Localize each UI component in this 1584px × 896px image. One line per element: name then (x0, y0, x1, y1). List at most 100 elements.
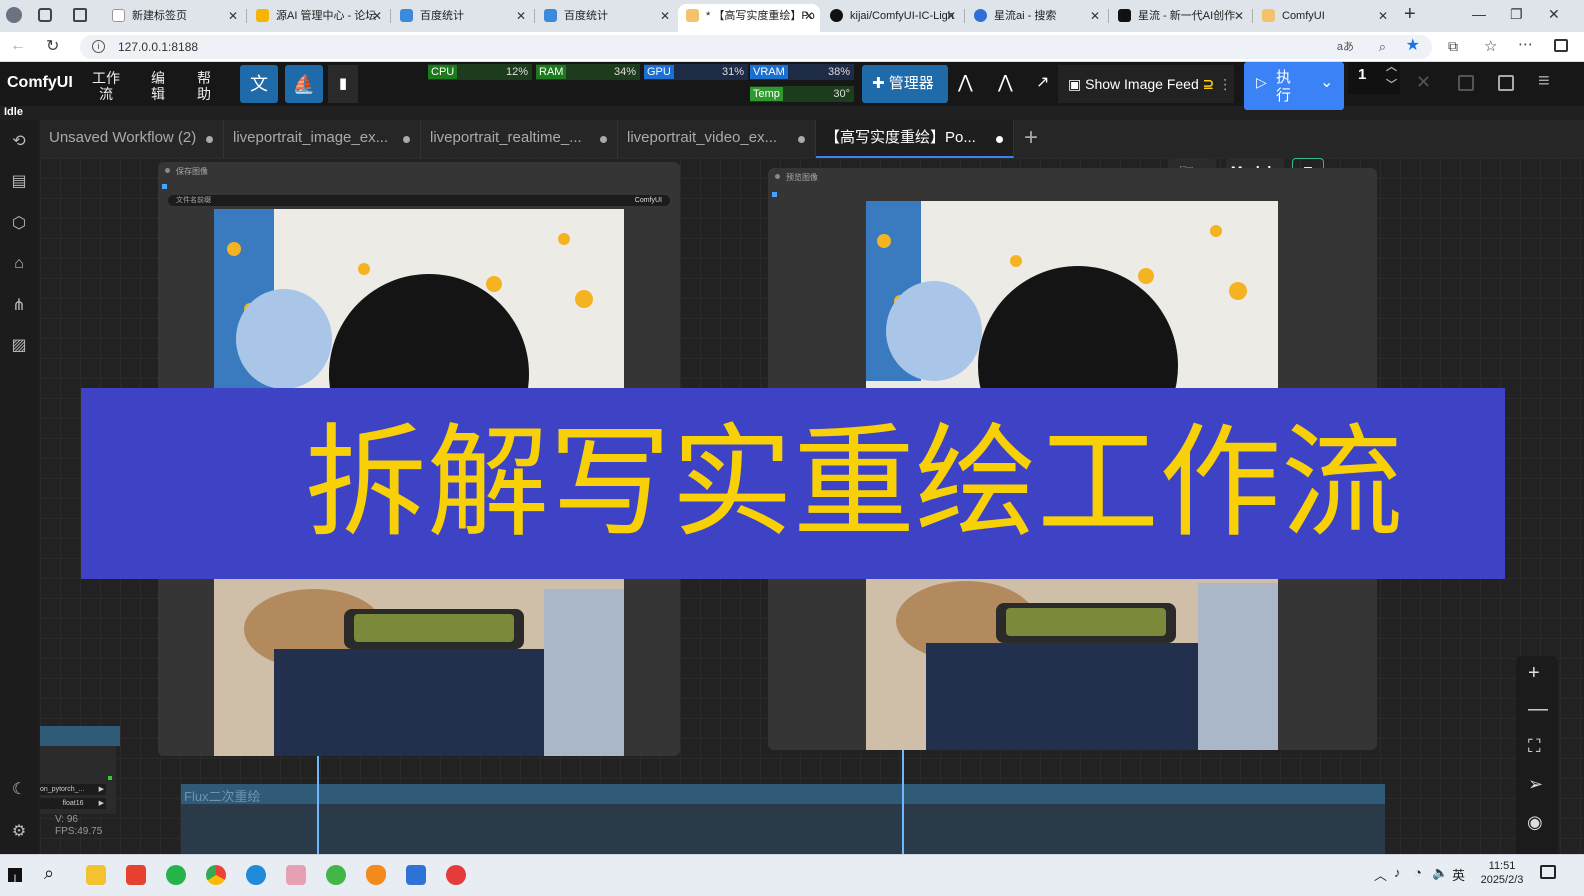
hamburger-icon[interactable]: ≡ (1538, 70, 1550, 93)
tab-workflow-active[interactable]: 【高写实度重绘】Po... (816, 120, 1014, 158)
minimize-button[interactable]: — (1472, 6, 1486, 22)
volume-icon[interactable]: 🔈 (1432, 865, 1448, 881)
tab-workflow[interactable]: Unsaved Workflow (2) (40, 120, 224, 158)
reload-icon[interactable]: ↻ (46, 36, 59, 56)
app-avatar-icon[interactable] (286, 865, 306, 885)
add-tab-button[interactable]: + (1024, 124, 1038, 152)
browser-tab[interactable]: 星流 - 新一代AI创作 ✕ (1110, 4, 1250, 32)
favorites-icon[interactable]: ☆ (1484, 37, 1497, 55)
manager-button[interactable]: ✚ 管理器 (862, 65, 948, 103)
app-grid-icon[interactable] (406, 865, 426, 885)
layout-icon[interactable] (1498, 75, 1514, 91)
zoom-in-icon[interactable]: + (1528, 662, 1540, 685)
filename-prefix-field[interactable]: 文件名前缀 ComfyUI (168, 195, 670, 206)
close-icon[interactable]: ✕ (372, 4, 382, 28)
node-collapse-dot-icon[interactable] (775, 174, 780, 179)
menu-help[interactable]: 帮助 (194, 70, 214, 102)
clock[interactable]: 11:51 2025/2/3 (1474, 859, 1530, 887)
sailboat-button[interactable]: ⛵ (285, 65, 323, 103)
brush-icon[interactable]: ↗ (1036, 72, 1049, 92)
show-image-feed-button[interactable]: ▣ Show Image Feed ⊇ ⋮ (1058, 65, 1234, 103)
run-button[interactable]: ▷ 执 行 ⌄ (1244, 62, 1344, 110)
tray-chevron-icon[interactable]: ︿ (1374, 865, 1387, 884)
queue-icon[interactable]: ▤ (9, 172, 29, 192)
profile-icon[interactable] (6, 7, 22, 23)
browser-tab[interactable]: 百度统计 ✕ (392, 4, 532, 32)
browser-tab[interactable]: 源AI 管理中心 - 论坛 ✕ (248, 4, 388, 32)
maximize-button[interactable]: ❐ (1510, 6, 1523, 23)
edge-icon[interactable] (246, 865, 266, 885)
tab-actions-icon[interactable] (73, 8, 87, 22)
wps-icon[interactable] (126, 865, 146, 885)
pin2-icon[interactable]: ⋀ (998, 72, 1013, 93)
flux-group[interactable]: Flux二次重绘 (181, 784, 1385, 854)
theme-moon-icon[interactable]: ☾ (9, 780, 29, 800)
toggle-links-eye-icon[interactable]: ◉ (1527, 812, 1543, 833)
more-icon[interactable]: ⋯ (1518, 35, 1533, 53)
close-icon[interactable]: ✕ (516, 4, 526, 28)
wechat-icon[interactable] (166, 865, 186, 885)
browser-tab[interactable]: ComfyUI ✕ (1254, 4, 1394, 32)
queue-count-input[interactable]: 1 ︿ ﹀ (1348, 61, 1400, 94)
panel-icon[interactable] (1458, 75, 1474, 91)
browser-tab-active[interactable]: * 【高写实度重绘】Po ✕ (678, 4, 820, 32)
mini-node[interactable]: on_pytorch_... ▶ float16 ▶ (40, 746, 116, 814)
tab-workflow[interactable]: liveportrait_realtime_... (421, 120, 618, 158)
sidebar-toggle-icon[interactable] (1554, 39, 1568, 52)
close-icon[interactable]: ✕ (804, 4, 814, 28)
tab-workflow[interactable]: liveportrait_video_ex... (618, 120, 816, 158)
increment-icon[interactable]: ︿ (1386, 58, 1397, 74)
decrement-icon[interactable]: ﹀ (1386, 76, 1397, 92)
browser-tab[interactable]: 新建标签页 ✕ (104, 4, 244, 32)
close-icon[interactable]: ✕ (660, 4, 670, 28)
chrome-icon[interactable] (206, 865, 226, 885)
search-icon[interactable]: ⌕ (44, 863, 54, 884)
zoom-out-icon[interactable]: — (1528, 698, 1548, 721)
history-icon[interactable]: ⟲ (9, 132, 29, 152)
pin-icon[interactable]: ⋀ (958, 72, 973, 93)
node-library-icon[interactable]: ⬡ (9, 214, 29, 234)
recorder-icon[interactable] (446, 865, 466, 885)
chevron-down-icon[interactable]: ⌄ (1320, 72, 1333, 92)
back-icon[interactable]: ← (10, 37, 26, 55)
ie-icon[interactable] (326, 865, 346, 885)
new-tab-button[interactable]: + (1404, 3, 1416, 26)
network-icon[interactable]: ◔ (1414, 865, 1422, 880)
browser-tab[interactable]: 星流ai - 搜索 ✕ (966, 4, 1106, 32)
microphone-icon[interactable]: ♪ (1394, 865, 1401, 880)
info-icon[interactable]: i (92, 40, 105, 53)
file-explorer-icon[interactable] (86, 865, 106, 885)
workspaces-icon[interactable] (38, 8, 52, 22)
widget-row[interactable]: on_pytorch_... ▶ (40, 784, 106, 795)
translate-icon[interactable]: aあ (1337, 35, 1354, 59)
favorite-star-icon[interactable]: ★ (1406, 34, 1420, 58)
close-icon[interactable]: ✕ (1234, 4, 1244, 28)
folder-icon[interactable]: ⌂ (9, 254, 29, 274)
collapsed-group[interactable] (40, 726, 120, 746)
close-icon[interactable]: ✕ (1090, 4, 1100, 28)
ime-indicator[interactable]: 英 (1452, 865, 1465, 884)
close-icon[interactable]: ✕ (946, 4, 956, 28)
app-flame-icon[interactable] (366, 865, 386, 885)
zoom-icon[interactable]: ⌕ (1379, 35, 1386, 59)
url-input[interactable]: i 127.0.0.1:8188 aあ ⌕ ★ (80, 35, 1432, 59)
notification-icon[interactable] (1540, 865, 1556, 879)
fit-view-icon[interactable]: ⛶ (1528, 736, 1541, 757)
menu-edit[interactable]: 编辑 (148, 70, 168, 102)
select-mode-icon[interactable]: ➢ (1528, 774, 1543, 795)
bookmark-button[interactable]: ▮ (328, 65, 358, 103)
translate-button[interactable]: 文 (240, 65, 278, 103)
menu-workflow[interactable]: 工作流 (92, 70, 120, 102)
close-icon[interactable]: ✕ (1378, 4, 1388, 28)
close-icon[interactable]: ✕ (228, 4, 238, 28)
browser-tab[interactable]: 百度统计 ✕ (536, 4, 676, 32)
browser-tab[interactable]: kijai/ComfyUI-IC-Ligh ✕ (822, 4, 962, 32)
close-window-button[interactable]: ✕ (1548, 6, 1560, 23)
tab-workflow[interactable]: liveportrait_image_ex... (224, 120, 421, 158)
start-windows-icon[interactable] (8, 868, 22, 882)
model-tree-icon[interactable]: ⋔ (9, 296, 29, 316)
settings-gear-icon[interactable]: ⚙ (9, 822, 29, 842)
cancel-icon[interactable]: ✕ (1416, 72, 1431, 93)
gallery-icon[interactable]: ▨ (9, 336, 29, 356)
widget-row[interactable]: float16 ▶ (40, 798, 106, 809)
